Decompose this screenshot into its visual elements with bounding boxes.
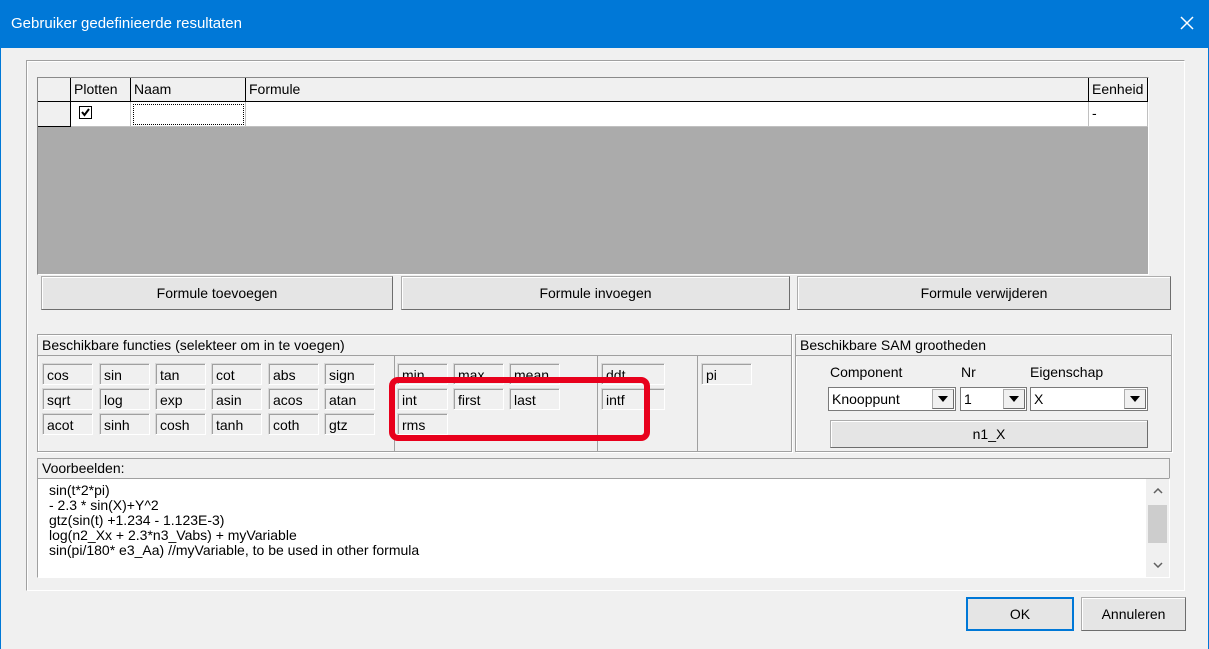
fn-cosh[interactable]: cosh <box>155 413 206 435</box>
cancel-button[interactable]: Annuleren <box>1081 597 1186 631</box>
window-title: Gebruiker gedefinieerde resultaten <box>11 15 242 32</box>
chevron-down-icon[interactable] <box>1003 389 1025 409</box>
scroll-down-icon[interactable] <box>1146 553 1169 577</box>
fn-sign[interactable]: sign <box>324 363 375 385</box>
nr-select[interactable]: 1 <box>960 387 1027 411</box>
scroll-up-icon[interactable] <box>1146 479 1169 503</box>
fn-pi[interactable]: pi <box>701 363 752 385</box>
column-header-eenheid[interactable]: Eenheid <box>1089 78 1148 102</box>
nr-select-value: 1 <box>964 391 972 407</box>
fn-log[interactable]: log <box>99 388 150 410</box>
property-label: Eigenschap <box>1030 364 1104 380</box>
fn-cos[interactable]: cos <box>42 363 93 385</box>
fn-sinh[interactable]: sinh <box>99 413 150 435</box>
window-border-left <box>0 48 1 649</box>
example-line: sin(t*2*pi) <box>49 482 110 498</box>
examples-scrollbar[interactable] <box>1146 479 1169 577</box>
property-select[interactable]: X <box>1030 387 1148 411</box>
column-header-plotten[interactable]: Plotten <box>71 78 131 102</box>
fn-gtz[interactable]: gtz <box>324 413 375 435</box>
fn-sin[interactable]: sin <box>99 363 150 385</box>
checkmark-icon <box>81 108 90 117</box>
example-line: gtz(sin(t) +1.234 - 1.123E-3) <box>49 512 225 528</box>
fn-cot[interactable]: cot <box>211 363 262 385</box>
column-header-formule[interactable]: Formule <box>246 78 1089 102</box>
example-line: sin(pi/180* e3_Aa) //myVariable, to be u… <box>49 542 420 558</box>
close-icon[interactable] <box>1176 12 1198 34</box>
example-line: log(n2_Xx + 2.3*n3_Vabs) + myVariable <box>49 527 297 543</box>
ok-button[interactable]: OK <box>966 597 1074 631</box>
naam-cell[interactable] <box>131 102 246 127</box>
functions-separator-3 <box>697 356 698 452</box>
sam-title-separator <box>795 355 1172 356</box>
property-select-value: X <box>1034 391 1044 407</box>
chevron-down-icon[interactable] <box>1124 389 1146 409</box>
example-line: - 2.3 * sin(X)+Y^2 <box>49 497 159 513</box>
functions-group-title: Beschikbare functies (selekteer om in te… <box>38 337 588 357</box>
fn-acot[interactable]: acot <box>42 413 93 435</box>
functions-title-separator <box>37 355 792 356</box>
fn-coth[interactable]: coth <box>268 413 319 435</box>
plotten-checkbox[interactable] <box>79 106 92 119</box>
component-select-value: Knooppunt <box>832 391 900 407</box>
component-label: Component <box>830 364 903 380</box>
scroll-thumb[interactable] <box>1148 505 1167 543</box>
eenheid-cell[interactable]: - <box>1089 102 1148 127</box>
fn-atan[interactable]: atan <box>324 388 375 410</box>
fn-tan[interactable]: tan <box>155 363 206 385</box>
column-header-naam[interactable]: Naam <box>131 78 246 102</box>
add-formula-button[interactable]: Formule toevoegen <box>41 276 393 310</box>
fn-acos[interactable]: acos <box>268 388 319 410</box>
fn-tanh[interactable]: tanh <box>211 413 262 435</box>
formule-cell[interactable] <box>246 102 1089 127</box>
sam-group-title: Beschikbare SAM grootheden <box>796 337 1046 357</box>
highlight-annotation <box>389 377 650 441</box>
examples-textbox[interactable]: sin(t*2*pi) - 2.3 * sin(X)+Y^2 gtz(sin(t… <box>37 478 1170 578</box>
title-bar: Gebruiker gedefinieerde resultaten <box>0 0 1209 48</box>
fn-asin[interactable]: asin <box>211 388 262 410</box>
plotten-cell[interactable] <box>71 102 131 127</box>
formula-grid[interactable]: Plotten Naam Formule Eenheid - <box>37 77 1149 275</box>
delete-formula-button[interactable]: Formule verwijderen <box>797 276 1171 310</box>
focus-rectangle <box>133 104 244 125</box>
chevron-down-icon[interactable] <box>932 389 954 409</box>
fn-exp[interactable]: exp <box>155 388 206 410</box>
examples-label: Voorbeelden: <box>42 460 125 476</box>
fn-abs[interactable]: abs <box>268 363 319 385</box>
row-header[interactable] <box>38 102 71 127</box>
sam-result-button[interactable]: n1_X <box>830 420 1148 448</box>
grid-corner-cell <box>38 78 71 102</box>
insert-formula-button[interactable]: Formule invoegen <box>401 276 790 310</box>
component-select[interactable]: Knooppunt <box>828 387 956 411</box>
fn-sqrt[interactable]: sqrt <box>42 388 93 410</box>
nr-label: Nr <box>961 364 976 380</box>
